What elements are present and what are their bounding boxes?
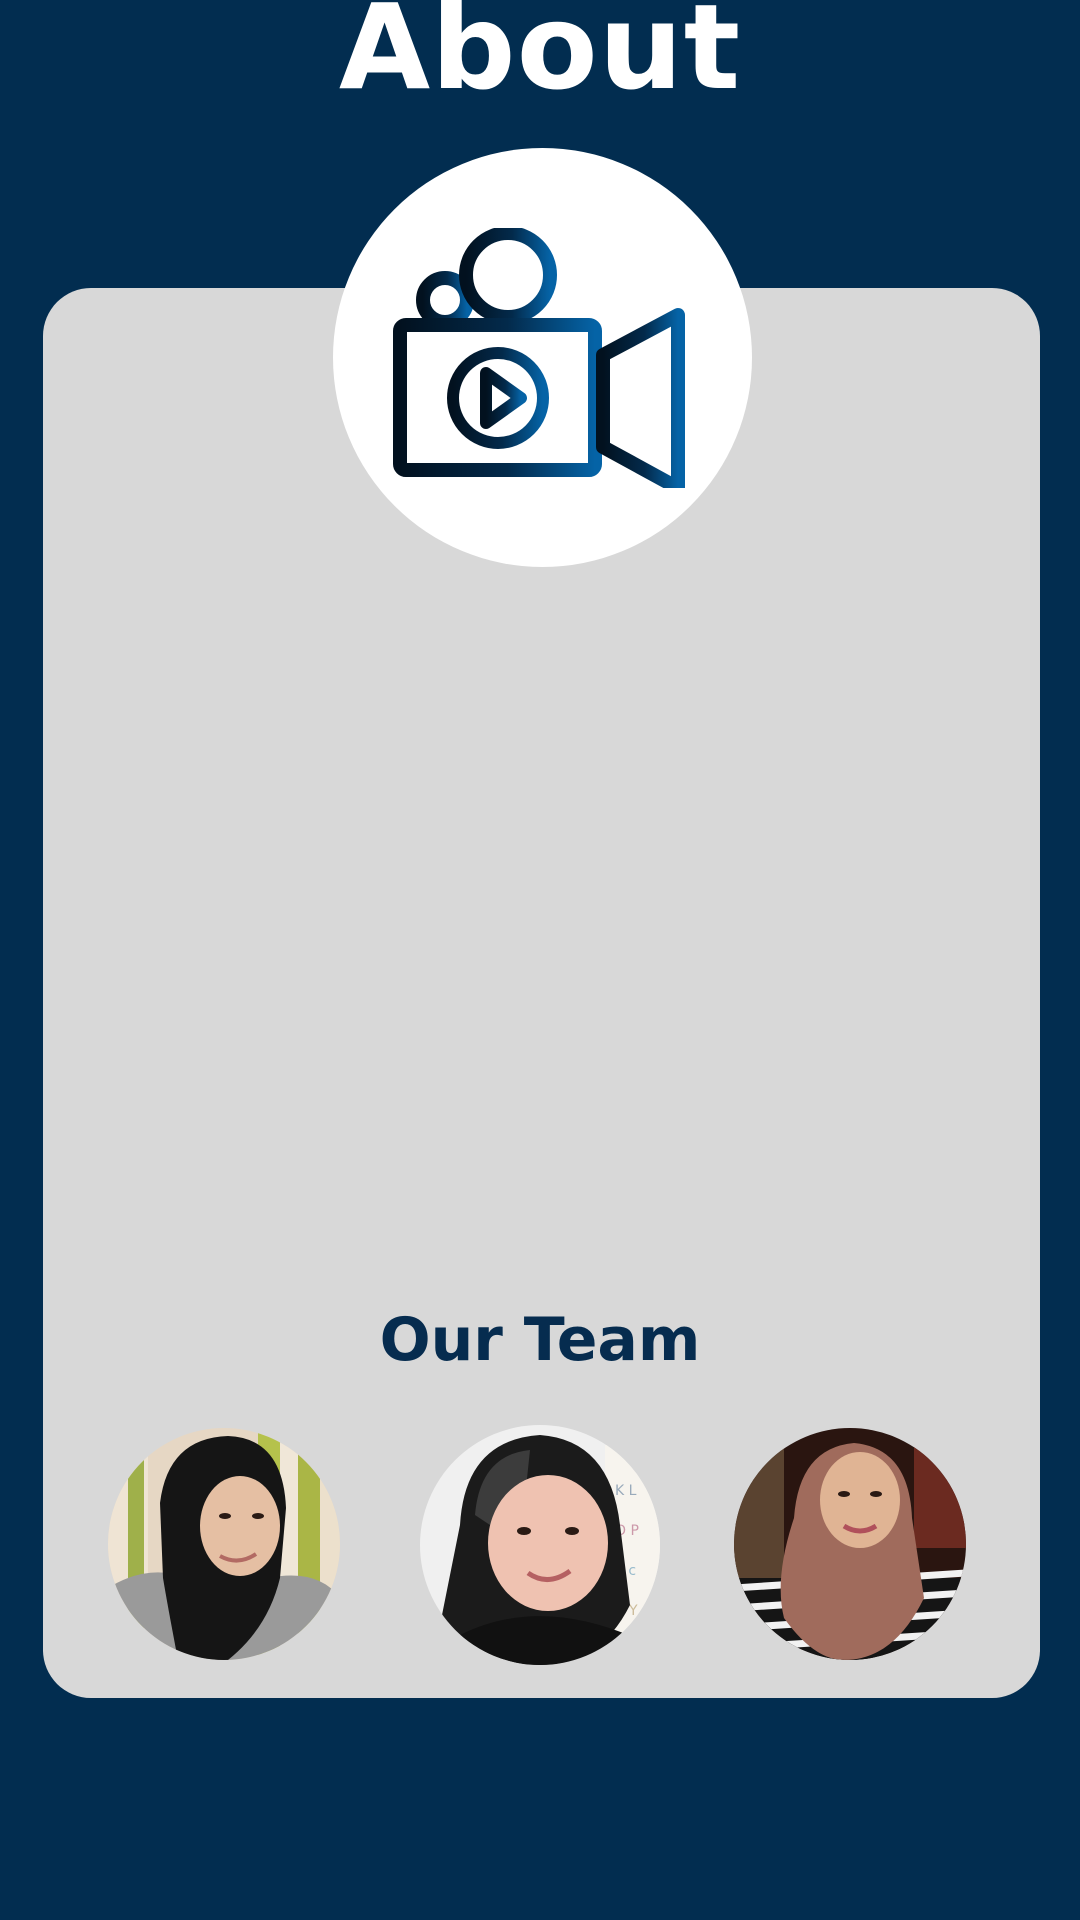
video-camera-play-icon [393, 228, 685, 488]
team-member-avatar-2[interactable]: K L O P b c X Y [420, 1425, 660, 1665]
team-member-photo-1 [108, 1428, 340, 1660]
team-member-photo-2: K L O P b c X Y [420, 1425, 660, 1665]
team-member-avatar-1[interactable] [108, 1428, 340, 1660]
team-heading: Our Team [379, 1305, 701, 1375]
team-member-avatar-3[interactable] [734, 1428, 966, 1660]
team-member-photo-3 [734, 1428, 966, 1660]
app-logo [333, 148, 752, 567]
svg-text:K L: K L [615, 1483, 637, 1499]
about-screen: About Our Team K L O P c Y [0, 0, 1080, 1920]
page-title: About [338, 0, 742, 116]
